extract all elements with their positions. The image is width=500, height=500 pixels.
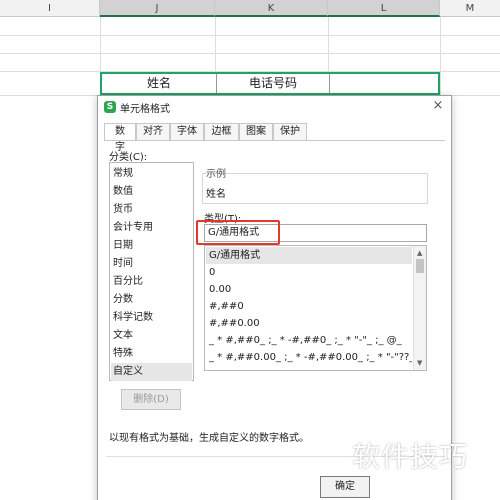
format-item[interactable]: 0 xyxy=(206,264,412,281)
category-item-custom[interactable]: 自定义 xyxy=(111,363,192,381)
app-logo-icon: S xyxy=(104,101,116,113)
format-item[interactable]: _ * #,##0.00_ ;_ * -#,##0.00_ ;_ * "-"??… xyxy=(206,349,412,366)
column-header-j[interactable]: J xyxy=(100,0,215,17)
column-header-l[interactable]: L xyxy=(328,0,440,17)
sample-box xyxy=(202,173,428,204)
category-list[interactable]: 常规 数值 货币 会计专用 日期 时间 百分比 分数 科学记数 文本 特殊 自定… xyxy=(109,162,194,381)
tab-border[interactable]: 边框 xyxy=(204,123,239,140)
scroll-up-icon[interactable]: ▲ xyxy=(417,249,422,257)
ok-button[interactable]: 确定 xyxy=(320,476,370,498)
cell-phone-header[interactable]: 电话号码 xyxy=(217,74,330,93)
watermark-text: 软件技巧 xyxy=(352,440,469,473)
category-item-percentage[interactable]: 百分比 xyxy=(111,273,192,291)
format-item[interactable]: 0.00 xyxy=(206,281,412,298)
category-item-scientific[interactable]: 科学记数 xyxy=(111,309,192,327)
close-icon[interactable]: × xyxy=(431,99,445,113)
tab-number[interactable]: 数字 xyxy=(104,123,136,153)
scroll-down-icon[interactable]: ▼ xyxy=(417,359,422,367)
column-header-bar: I J K L M xyxy=(0,0,500,17)
grid-line xyxy=(0,53,500,54)
column-header-m[interactable]: M xyxy=(440,0,500,17)
cell-empty[interactable] xyxy=(330,74,438,93)
sample-label: 示例 xyxy=(206,169,226,180)
category-label: 分类(C): xyxy=(109,152,148,163)
column-header-i[interactable]: I xyxy=(0,0,100,17)
category-item-general[interactable]: 常规 xyxy=(111,165,192,183)
format-list-scrollbar[interactable]: ▲ ▼ xyxy=(413,246,426,370)
selected-header-row[interactable]: 姓名 电话号码 xyxy=(100,72,440,95)
sample-value: 姓名 xyxy=(206,189,226,200)
tab-pattern[interactable]: 图案 xyxy=(239,123,273,140)
category-item-accounting[interactable]: 会计专用 xyxy=(111,219,192,237)
type-input-highlight xyxy=(196,220,280,245)
delete-button[interactable]: 删除(D) xyxy=(121,389,181,410)
category-item-date[interactable]: 日期 xyxy=(111,237,192,255)
tab-alignment[interactable]: 对齐 xyxy=(136,123,170,140)
scroll-thumb[interactable] xyxy=(416,259,424,273)
tab-protection[interactable]: 保护 xyxy=(273,123,307,140)
format-item[interactable]: G/通用格式 xyxy=(206,247,412,264)
dialog-title: 单元格格式 xyxy=(120,104,170,115)
format-item[interactable]: #,##0 xyxy=(206,298,412,315)
category-item-fraction[interactable]: 分数 xyxy=(111,291,192,309)
column-header-k[interactable]: K xyxy=(215,0,328,17)
tab-font[interactable]: 字体 xyxy=(170,123,204,140)
category-item-special[interactable]: 特殊 xyxy=(111,345,192,363)
format-list[interactable]: G/通用格式 0 0.00 #,##0 #,##0.00 _ * #,##0_ … xyxy=(204,245,427,371)
format-item[interactable]: #,##0.00 xyxy=(206,315,412,332)
grid-line xyxy=(0,35,500,36)
tab-divider xyxy=(104,140,445,141)
format-item[interactable]: _ * #,##0_ ;_ * -#,##0_ ;_ * "-"_ ;_ @_ xyxy=(206,332,412,349)
category-item-currency[interactable]: 货币 xyxy=(111,201,192,219)
category-item-number[interactable]: 数值 xyxy=(111,183,192,201)
help-text: 以现有格式为基础，生成自定义的数字格式。 xyxy=(109,433,309,444)
cell-name-header[interactable]: 姓名 xyxy=(102,74,217,93)
category-item-time[interactable]: 时间 xyxy=(111,255,192,273)
category-item-text[interactable]: 文本 xyxy=(111,327,192,345)
dialog-titlebar[interactable]: S 单元格格式 × xyxy=(98,96,451,118)
